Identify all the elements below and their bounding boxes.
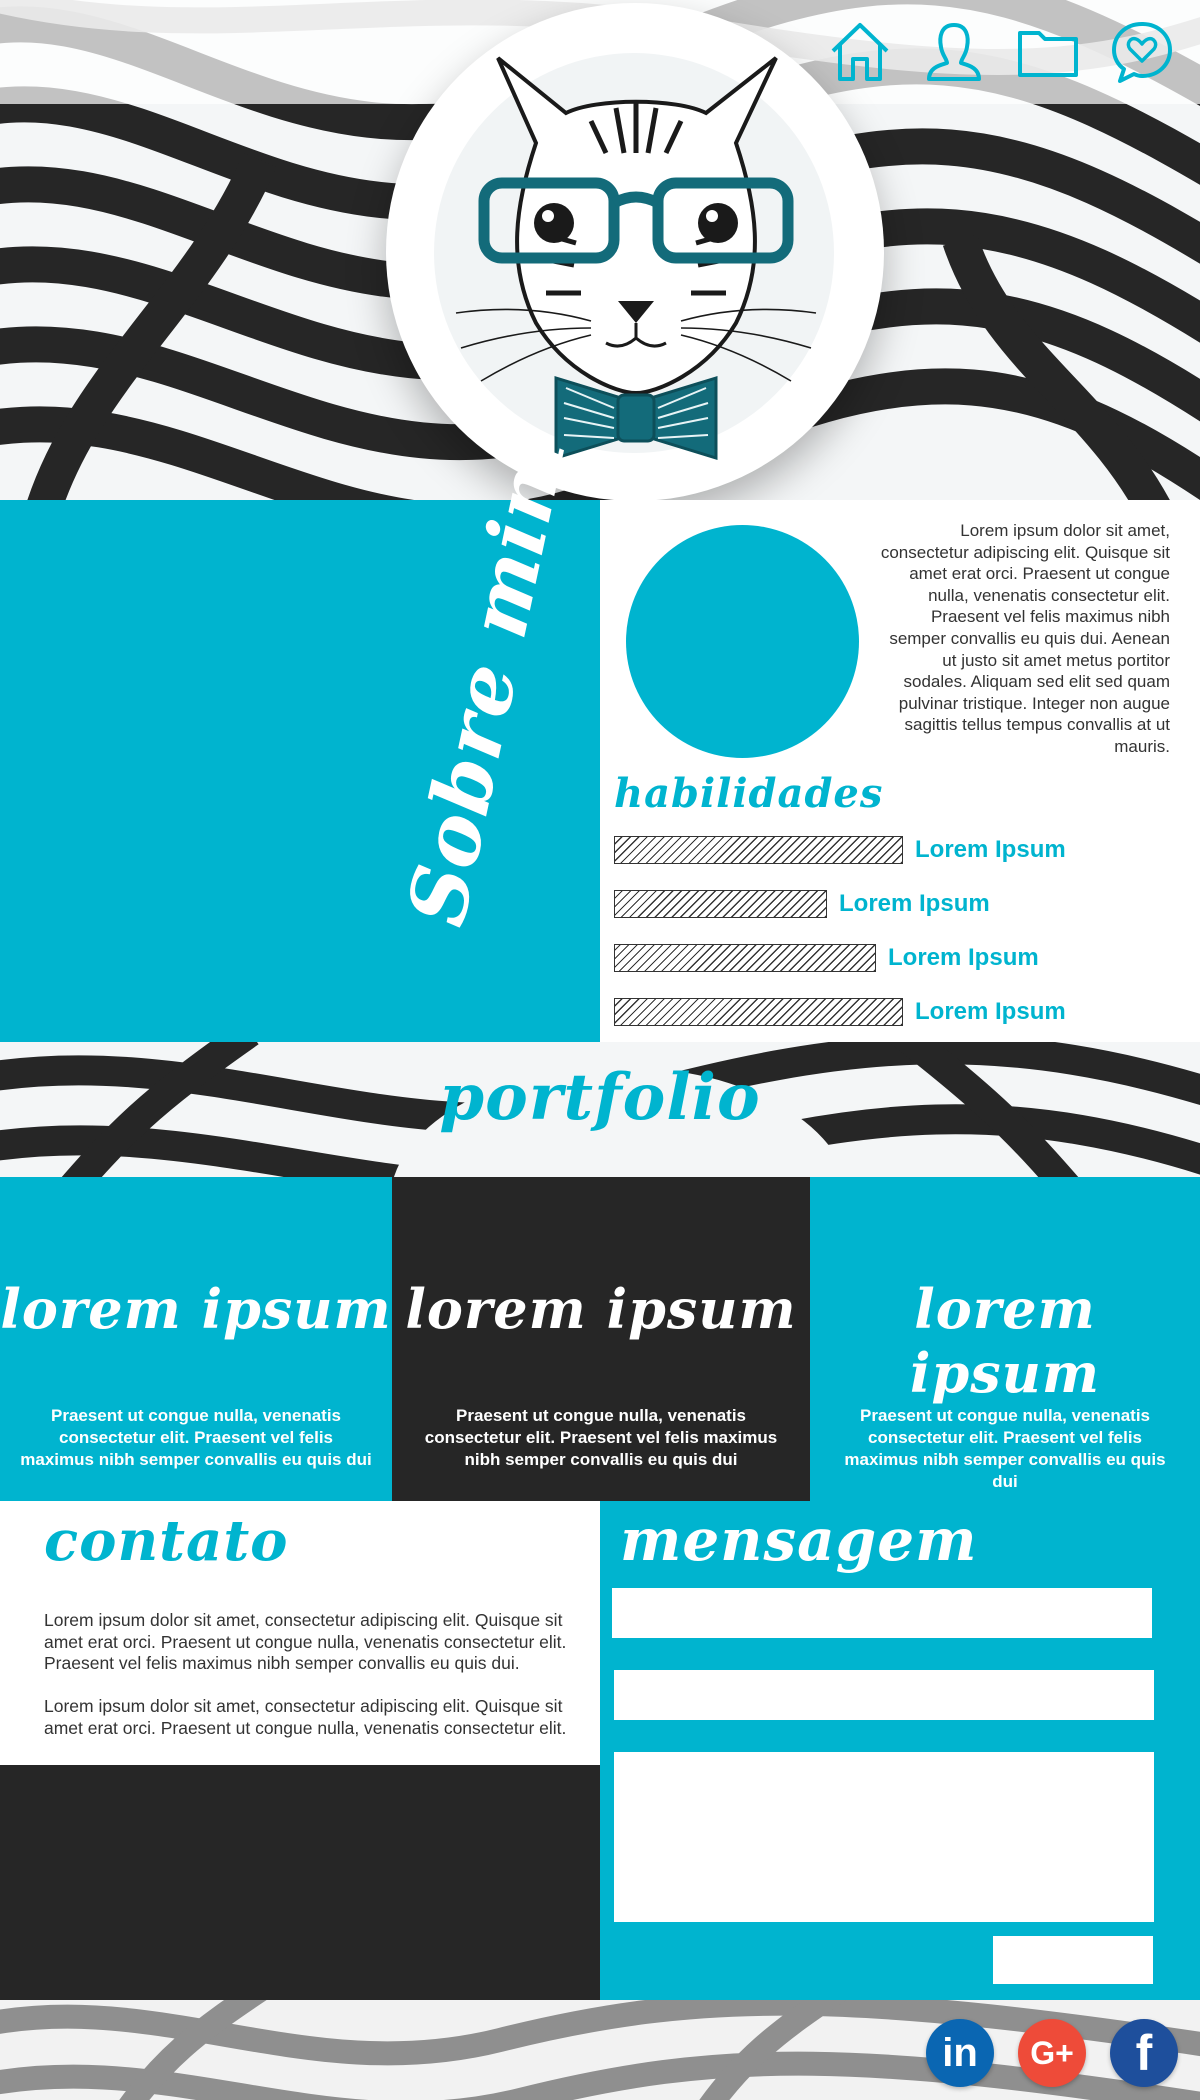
folder-icon (1018, 31, 1078, 77)
portfolio-card-title: lorem ipsum (405, 1277, 797, 1341)
portfolio-card-text: Praesent ut congue nulla, venenatis cons… (844, 1406, 1166, 1491)
portfolio-card-text: Praesent ut congue nulla, venenatis cons… (20, 1406, 372, 1469)
about-text: Lorem ipsum dolor sit amet, consectetur … (880, 521, 1170, 756)
skill-bar (614, 998, 903, 1026)
social-links: in G+ f (926, 2019, 1178, 2087)
nav-profile-button[interactable] (920, 18, 988, 86)
portfolio-card-title: lorem ipsum (909, 1277, 1101, 1405)
portfolio-title: portfolio (439, 1060, 761, 1135)
skill-label: Lorem Ipsum (839, 890, 990, 917)
message-textarea[interactable] (614, 1752, 1154, 1922)
avatar (386, 3, 884, 501)
portfolio-card[interactable]: lorem ipsum Praesent ut congue nulla, ven… (810, 1177, 1200, 1501)
portfolio-card[interactable]: lorem ipsum Praesent ut congue nulla, ven… (392, 1177, 810, 1501)
profile-photo (626, 525, 859, 758)
skill-item: Lorem Ipsum (614, 888, 990, 920)
contact-dark-panel (0, 1765, 600, 2000)
skill-label: Lorem Ipsum (915, 836, 1066, 863)
message-title: mensagem (620, 1506, 978, 1574)
skills-title: habilidades (614, 770, 884, 817)
skill-bar (614, 890, 827, 918)
linkedin-label: in (942, 2030, 978, 2075)
linkedin-icon[interactable]: in (926, 2019, 994, 2087)
home-icon (831, 23, 889, 81)
skill-item: Lorem Ipsum (614, 996, 1066, 1028)
contact-paragraph: Lorem ipsum dolor sit amet, consectetur … (44, 1696, 567, 1738)
portfolio-card-title: lorem ipsum (0, 1277, 392, 1341)
contact-title: contato (44, 1508, 289, 1574)
user-icon (927, 23, 981, 81)
name-field[interactable] (612, 1588, 1152, 1638)
google-plus-label: G+ (1030, 2034, 1074, 2071)
cat-with-glasses-icon (455, 56, 817, 461)
nav-portfolio-button[interactable] (1014, 18, 1082, 86)
contact-paragraph: Lorem ipsum dolor sit amet, consectetur … (44, 1610, 567, 1673)
skill-item: Lorem Ipsum (614, 942, 1039, 974)
facebook-icon[interactable]: f (1110, 2019, 1178, 2087)
skill-label: Lorem Ipsum (888, 944, 1039, 971)
google-plus-icon[interactable]: G+ (1018, 2019, 1086, 2087)
facebook-label: f (1135, 2025, 1153, 2081)
portfolio-card[interactable]: lorem ipsum Praesent ut congue nulla, ven… (0, 1177, 392, 1501)
skill-item: Lorem Ipsum (614, 834, 1066, 866)
send-button[interactable] (993, 1936, 1153, 1984)
skill-label: Lorem Ipsum (915, 998, 1066, 1025)
portfolio-card-text: Praesent ut congue nulla, venenatis cons… (424, 1406, 778, 1469)
main-nav (826, 18, 1176, 86)
skill-bar (614, 944, 876, 972)
chat-heart-icon (1112, 22, 1172, 83)
message-section (600, 1501, 1200, 2000)
nav-contact-button[interactable] (1108, 18, 1176, 86)
email-field[interactable] (614, 1670, 1154, 1720)
nav-home-button[interactable] (826, 18, 894, 86)
skill-bar (614, 836, 903, 864)
